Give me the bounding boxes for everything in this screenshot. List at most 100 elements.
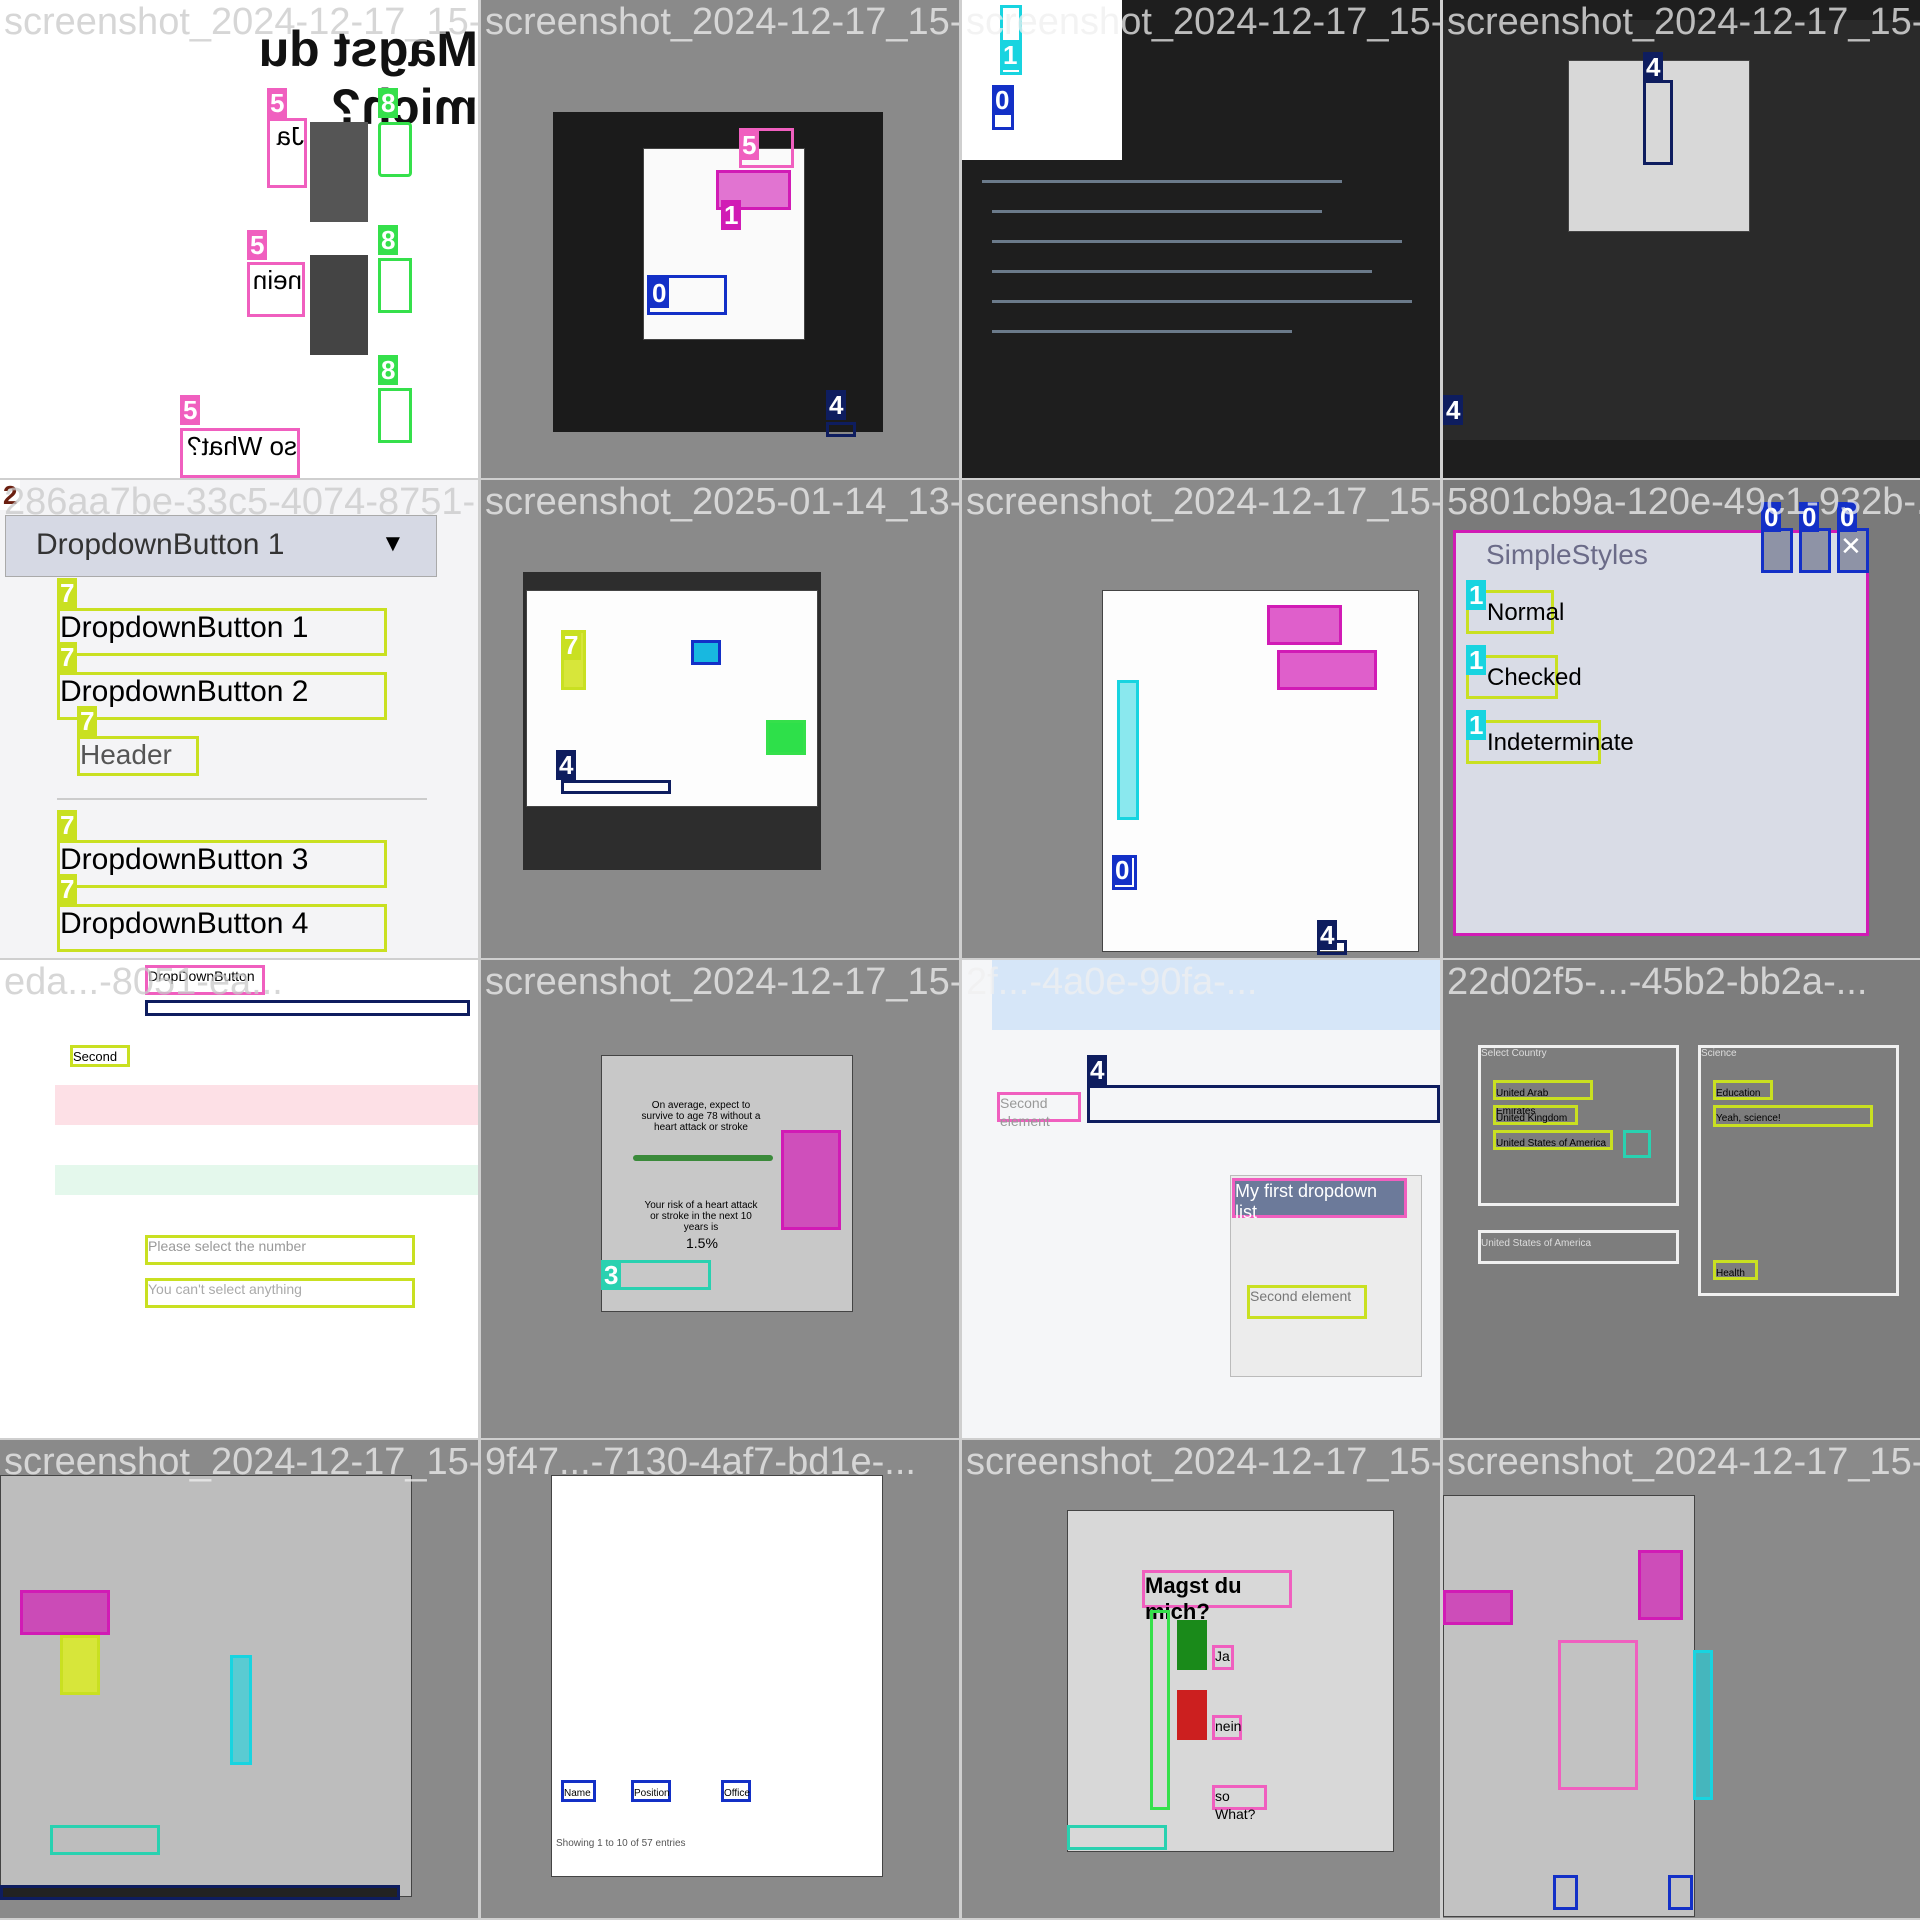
ui-element[interactable] xyxy=(1067,1825,1167,1850)
pink-row xyxy=(55,1085,478,1125)
question-title: Magst du mich? xyxy=(1142,1570,1292,1624)
column-label: Office xyxy=(724,1788,750,1799)
tile-13: 9f47...-7130-4af7-bd1e-... Name Position… xyxy=(481,1440,959,1918)
option-nein[interactable]: nein xyxy=(1212,1715,1242,1740)
class-tag: 5 xyxy=(180,395,201,425)
tile-filename: screenshot_2025-01-14_13-26-37.png xyxy=(485,481,959,523)
risk-value: 1.5% xyxy=(686,1235,718,1251)
ui-element[interactable] xyxy=(1443,1590,1513,1625)
dark-square-2 xyxy=(310,255,368,355)
class-tag: 1 xyxy=(1466,710,1487,740)
tile-filename: screenshot_2024-12-17_15-36-51.png xyxy=(4,1441,478,1483)
class-tag: 1 xyxy=(1466,645,1487,675)
radio-3[interactable] xyxy=(378,388,412,443)
tile-filename: screenshot_2024-12-17_15-40-22.png xyxy=(1447,1441,1920,1483)
ui-element[interactable] xyxy=(60,1635,100,1695)
ui-element[interactable] xyxy=(1558,1640,1638,1790)
country-option[interactable]: United Arab Emirates xyxy=(1493,1080,1593,1117)
minimize-button[interactable] xyxy=(1761,528,1793,573)
ui-element[interactable] xyxy=(1553,1875,1578,1910)
option-so-what-label: so What? xyxy=(187,431,297,461)
class-tag: 1 xyxy=(1466,580,1487,610)
class-tag: 1 xyxy=(721,200,742,230)
tile-filename: 5801cb9a-120e-49c1-932b-... xyxy=(1447,481,1920,523)
menu-item-3[interactable]: DropdownButton 3 xyxy=(57,840,387,888)
class-tag: 4 xyxy=(1643,52,1664,82)
class-tag: 7 xyxy=(57,810,78,840)
second-item[interactable]: Second xyxy=(70,1045,130,1067)
option-nein[interactable]: nein xyxy=(247,262,305,317)
menu-item-2[interactable]: DropdownButton 2 xyxy=(57,672,387,720)
selected-control[interactable] xyxy=(1643,80,1673,165)
taskbar[interactable] xyxy=(826,422,856,437)
country-option[interactable]: United States of America xyxy=(1493,1130,1613,1150)
science-label: Yeah, science! xyxy=(1716,1113,1781,1124)
science-option[interactable]: Health xyxy=(1713,1260,1758,1280)
science-option[interactable]: Yeah, science! xyxy=(1713,1105,1873,1127)
select-placeholder[interactable]: Please select the number xyxy=(145,1235,415,1265)
science-option[interactable]: Education xyxy=(1713,1080,1773,1100)
ui-element[interactable] xyxy=(561,780,671,794)
ui-element[interactable] xyxy=(50,1825,160,1855)
class-tag: 4 xyxy=(826,390,847,420)
taskbar[interactable] xyxy=(0,1885,400,1900)
dropdown-button-header[interactable]: DropdownButton 1 ▼ xyxy=(5,515,437,577)
column-header[interactable]: Position xyxy=(631,1780,671,1802)
ui-element[interactable] xyxy=(1267,605,1342,645)
country-option[interactable]: United Kingdom xyxy=(1493,1105,1578,1125)
class-tag: 1 xyxy=(1000,40,1021,70)
ui-element[interactable] xyxy=(1668,1875,1693,1910)
option-so-what[interactable]: so What? xyxy=(1212,1785,1267,1822)
maximize-button[interactable] xyxy=(1799,528,1831,573)
chip[interactable]: Second element xyxy=(997,1092,1081,1129)
column-header[interactable]: Name xyxy=(561,1780,596,1802)
green-row xyxy=(55,1165,478,1195)
column-header[interactable]: Office xyxy=(721,1780,751,1802)
column-label: Name xyxy=(564,1788,591,1799)
ui-element[interactable] xyxy=(20,1590,110,1635)
menu-item-label: DropdownButton 1 xyxy=(60,611,309,644)
ui-element[interactable] xyxy=(1117,680,1139,820)
menu-header-label: Header xyxy=(80,739,172,770)
close-button[interactable]: ✕ xyxy=(1837,528,1869,573)
ui-element[interactable] xyxy=(230,1655,252,1765)
class-tag: 8 xyxy=(378,88,399,118)
code-line xyxy=(992,240,1402,243)
risk-slider[interactable] xyxy=(633,1155,773,1161)
option-ja-label: Ja xyxy=(276,121,304,151)
option-ja[interactable]: Ja xyxy=(267,118,307,188)
class-tag: 8 xyxy=(378,355,399,385)
ui-element[interactable] xyxy=(781,1130,841,1230)
red-square xyxy=(1177,1690,1207,1740)
tile-8: eda...-8051-ea... DropDownButton Second … xyxy=(0,960,478,1438)
menu-item-4[interactable]: DropdownButton 4 xyxy=(57,904,387,952)
tile-1: screenshot_2024-12-17_15-39-38.png 1 5 0… xyxy=(481,0,959,478)
ui-element[interactable] xyxy=(1277,650,1377,690)
menu-item-1[interactable]: DropdownButton 1 xyxy=(57,608,387,656)
tile-filename: eda...-8051-ea... xyxy=(4,961,283,1003)
country-select[interactable]: United States of America xyxy=(1478,1230,1679,1264)
option-so-what[interactable]: so What? xyxy=(180,428,300,478)
ui-element[interactable] xyxy=(1638,1550,1683,1620)
option-ja[interactable]: Ja xyxy=(1212,1645,1234,1670)
window-title: SimpleStyles xyxy=(1486,539,1648,570)
ui-element[interactable] xyxy=(1693,1650,1713,1800)
code-line xyxy=(982,180,1342,183)
dropdown-button-label: DropdownButton 1 xyxy=(36,528,285,561)
class-tag: 4 xyxy=(556,750,577,780)
science-title: Science xyxy=(1701,1048,1737,1059)
radio-2[interactable] xyxy=(378,258,412,313)
radio-column[interactable] xyxy=(1150,1610,1170,1810)
text-input[interactable] xyxy=(1087,1085,1440,1123)
class-tag: 4 xyxy=(1317,920,1338,950)
tile-filename: 286aa7be-33c5-4074-8751-... xyxy=(4,481,478,523)
ui-element[interactable] xyxy=(766,720,806,755)
table-canvas xyxy=(551,1475,883,1877)
tile-filename: screenshot_2024-12-17_15-43-48.png xyxy=(4,1,478,43)
country-label: United Kingdom xyxy=(1496,1113,1568,1124)
country-select-label: United States of America xyxy=(1481,1238,1592,1249)
tile-filename: screenshot_2024-12-17_15-39-38.png xyxy=(485,1,959,43)
ui-element[interactable] xyxy=(691,640,721,665)
radio-1[interactable] xyxy=(378,122,412,177)
dropdown-selected[interactable]: Second element xyxy=(1247,1285,1367,1319)
